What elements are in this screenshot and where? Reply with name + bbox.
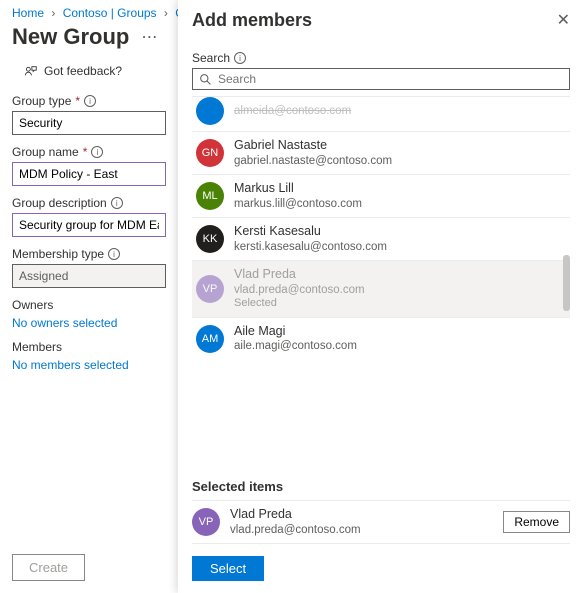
scrollbar-thumb[interactable] [563,255,570,311]
create-button[interactable]: Create [12,554,85,581]
avatar: ML [196,182,224,210]
group-desc-label: Group description i [12,196,166,210]
selected-name: Vlad Preda [230,507,493,523]
add-members-panel: Add members ✕ Search i almeida@contoso.c… [178,0,584,593]
remove-button[interactable]: Remove [503,511,570,533]
page-title: New Group [12,24,129,50]
membership-type-input[interactable] [12,264,166,288]
owners-label: Owners [12,298,166,312]
close-icon[interactable]: ✕ [557,10,570,30]
search-box[interactable] [192,68,570,90]
selected-email: vlad.preda@contoso.com [230,523,493,537]
members-label: Members [12,340,166,354]
info-icon[interactable]: i [84,95,96,107]
no-members-link[interactable]: No members selected [12,358,166,372]
list-item[interactable]: AM Aile Magiaile.magi@contoso.com [192,318,570,356]
result-email: almeida@contoso.com [234,104,351,118]
group-name-label: Group name* i [12,145,166,159]
feedback-label: Got feedback? [44,64,122,78]
group-type-input[interactable] [12,111,166,135]
panel-title: Add members [192,10,312,31]
result-name: Kersti Kasesalu [234,224,387,240]
result-name: Vlad Preda [234,267,365,283]
breadcrumb-item[interactable]: Contoso | Groups [63,6,157,20]
list-item[interactable]: GN Gabriel Nastastegabriel.nastaste@conto… [192,132,570,175]
result-name: Aile Magi [234,324,357,340]
avatar: VP [192,508,220,536]
breadcrumb-item[interactable]: Home [12,6,44,20]
chevron-right-icon: › [51,6,55,20]
no-owners-link[interactable]: No owners selected [12,316,166,330]
avatar: KK [196,225,224,253]
group-type-label: Group type* i [12,94,166,108]
list-item[interactable]: almeida@contoso.com [192,97,570,132]
select-button[interactable]: Select [192,556,264,581]
info-icon[interactable]: i [111,197,123,209]
info-icon[interactable]: i [234,52,246,64]
selected-items-header: Selected items [192,479,570,494]
avatar: VP [196,275,224,303]
selected-item: VP Vlad Preda vlad.preda@contoso.com Rem… [192,500,570,544]
avatar [196,97,224,125]
result-name: Markus Lill [234,181,362,197]
list-item[interactable]: ML Markus Lillmarkus.lill@contoso.com [192,175,570,218]
search-label: Search i [192,51,570,65]
result-email: markus.lill@contoso.com [234,197,362,211]
group-desc-input[interactable] [12,213,166,237]
avatar: GN [196,139,224,167]
result-email: gabriel.nastaste@contoso.com [234,154,392,168]
info-icon[interactable]: i [91,146,103,158]
person-feedback-icon [24,64,38,78]
results-list: almeida@contoso.com GN Gabriel Nastastega… [192,96,570,356]
avatar: AM [196,325,224,353]
info-icon[interactable]: i [108,248,120,260]
result-status: Selected [234,297,365,311]
result-email: kersti.kasesalu@contoso.com [234,240,387,254]
group-name-input[interactable] [12,162,166,186]
search-input[interactable] [218,72,563,86]
chevron-right-icon: › [164,6,168,20]
list-item[interactable]: VP Vlad Predavlad.preda@contoso.comSelect… [192,261,570,318]
list-item[interactable]: KK Kersti Kasesalukersti.kasesalu@contoso… [192,218,570,261]
result-email: vlad.preda@contoso.com [234,283,365,297]
membership-type-label: Membership type i [12,247,166,261]
result-email: aile.magi@contoso.com [234,339,357,353]
search-icon [199,73,212,86]
more-icon[interactable]: ⋯ [141,27,157,47]
result-name: Gabriel Nastaste [234,138,392,154]
